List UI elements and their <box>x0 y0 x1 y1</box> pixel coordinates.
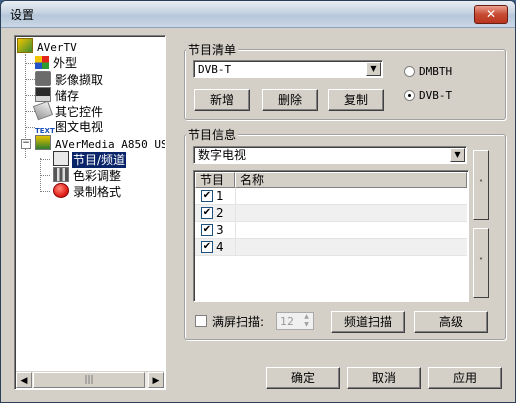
row-checkbox[interactable]: ✔ <box>201 190 213 202</box>
tree-line <box>25 111 35 112</box>
tree-item-other-controls[interactable]: 其它控件 <box>32 100 104 121</box>
tree-item-avertv[interactable]: AVerTV <box>17 38 78 54</box>
dropdown-arrow-icon[interactable]: ▼ <box>450 148 465 162</box>
tuner-device-icon <box>35 135 51 150</box>
delete-button[interactable]: 删除 <box>262 89 318 111</box>
tree-line <box>40 159 50 160</box>
tree-item-label: 图文电视 <box>55 120 104 134</box>
tree-item-label: 录制格式 <box>73 185 122 199</box>
tree-line <box>40 158 41 190</box>
tree-line <box>40 175 50 176</box>
tree-line <box>40 191 50 192</box>
apply-button[interactable]: 应用 <box>428 367 502 389</box>
tree-item-color-adjust[interactable]: 色彩调整 <box>53 167 122 183</box>
tree-item-label: 其它控件 <box>55 105 104 119</box>
column-header-program[interactable]: 节目 <box>195 172 235 188</box>
channel-list[interactable]: 节目 名称 ✔ 1 ✔ 2 ✔ 3 ✔ 4 <box>193 170 469 302</box>
tree-line <box>25 63 35 64</box>
tree-item-capture[interactable]: 影像撷取 <box>35 71 104 87</box>
column-divider <box>235 205 236 221</box>
row-checkbox[interactable]: ✔ <box>201 224 213 236</box>
row-number: 4 <box>216 240 224 254</box>
tree-item-label: 储存 <box>55 89 80 103</box>
move-down-button[interactable]: ˅ <box>473 228 489 298</box>
table-row[interactable]: ✔ 4 <box>195 239 467 256</box>
tree-item-label: 外型 <box>53 56 78 70</box>
tree-item-label: 节目/频道 <box>70 151 128 169</box>
tree-item-skin[interactable]: 外型 <box>35 55 78 71</box>
column-divider <box>235 188 236 204</box>
color-adjust-icon <box>53 167 69 182</box>
skin-icon <box>35 56 49 69</box>
radio-dmbth-label: DMBTH <box>419 65 453 78</box>
tree-horizontal-scrollbar[interactable]: ◀ ||| ▶ <box>16 371 164 388</box>
tree-item-label: 影像撷取 <box>55 73 104 87</box>
window-title: 设置 <box>10 8 35 22</box>
tree-line <box>25 79 35 80</box>
copy-button[interactable]: 复制 <box>328 89 384 111</box>
radio-dvbt[interactable]: DVB-T <box>404 89 452 102</box>
program-list-label: 节目清单 <box>186 41 239 58</box>
program-type-select[interactable]: 数字电视 ▼ <box>193 146 467 164</box>
scroll-thumb[interactable]: ||| <box>33 372 145 388</box>
camera-icon <box>35 71 51 86</box>
fullscreen-scan-label: 满屏扫描: <box>212 315 265 329</box>
scroll-right-icon[interactable]: ▶ <box>148 372 164 388</box>
advanced-button[interactable]: 高级 <box>414 311 488 333</box>
tree-item-device[interactable]: AVerMedia A850 USB <box>35 135 165 151</box>
tree-item-storage[interactable]: 储存 <box>35 87 80 103</box>
tree-item-channels[interactable]: 节目/频道 <box>53 151 128 169</box>
dropdown-arrow-icon[interactable]: ▼ <box>366 62 381 76</box>
collapse-toggle[interactable]: − <box>21 139 31 149</box>
radio-dmbth[interactable]: DMBTH <box>404 65 452 78</box>
program-info-label: 节目信息 <box>186 126 239 143</box>
scroll-left-icon[interactable]: ◀ <box>16 372 32 388</box>
tree-item-teletext[interactable]: TEXT图文电视 <box>35 119 104 135</box>
fullscreen-scan-checkbox[interactable] <box>195 315 207 327</box>
channel-icon <box>53 151 69 166</box>
tag-icon <box>32 100 54 121</box>
table-row[interactable]: ✔ 2 <box>195 205 467 222</box>
table-row[interactable]: ✔ 3 <box>195 222 467 239</box>
tree-line <box>25 127 35 128</box>
row-checkbox[interactable]: ✔ <box>201 241 213 253</box>
scan-count-spinner[interactable]: 12 ▲ ▼ <box>276 312 314 330</box>
row-checkbox[interactable]: ✔ <box>201 207 213 219</box>
column-divider <box>235 239 236 255</box>
scan-count-value: 12 <box>280 315 294 328</box>
tree-item-label: 色彩调整 <box>73 169 122 183</box>
spin-up-icon[interactable]: ▲ <box>300 313 313 321</box>
close-button[interactable]: ✕ <box>474 5 508 24</box>
tree-item-record-format[interactable]: 录制格式 <box>53 183 122 199</box>
cancel-button[interactable]: 取消 <box>347 367 421 389</box>
disk-icon <box>35 87 51 102</box>
tree-line <box>25 95 35 96</box>
tree-item-label: AVerTV <box>37 41 77 54</box>
spin-down-icon[interactable]: ▼ <box>300 321 313 329</box>
add-button[interactable]: 新增 <box>194 89 250 111</box>
table-row[interactable]: ✔ 1 <box>195 188 467 205</box>
channel-scan-button[interactable]: 频道扫描 <box>331 311 405 333</box>
row-number: 1 <box>216 189 224 203</box>
settings-tree[interactable]: − AVerTV 外型 影像撷取 储存 其它控件 TEXT图文电视 AVerMe… <box>14 35 166 390</box>
move-up-button[interactable]: ˄ <box>473 150 489 220</box>
record-icon <box>53 183 69 198</box>
column-header-name[interactable]: 名称 <box>235 172 467 188</box>
row-number: 3 <box>216 223 224 237</box>
radio-dvbt-label: DVB-T <box>419 89 453 102</box>
radio-dvbt-indicator[interactable] <box>404 90 415 101</box>
standard-select[interactable]: DVB-T ▼ <box>193 60 383 78</box>
avertv-icon <box>17 38 33 53</box>
column-divider <box>235 222 236 238</box>
radio-dmbth-indicator[interactable] <box>404 66 415 77</box>
title-bar[interactable]: 设置 ✕ <box>1 1 515 28</box>
ok-button[interactable]: 确定 <box>266 367 340 389</box>
program-type-value: 数字电视 <box>198 148 247 162</box>
standard-select-value: DVB-T <box>198 63 232 76</box>
row-number: 2 <box>216 206 224 220</box>
